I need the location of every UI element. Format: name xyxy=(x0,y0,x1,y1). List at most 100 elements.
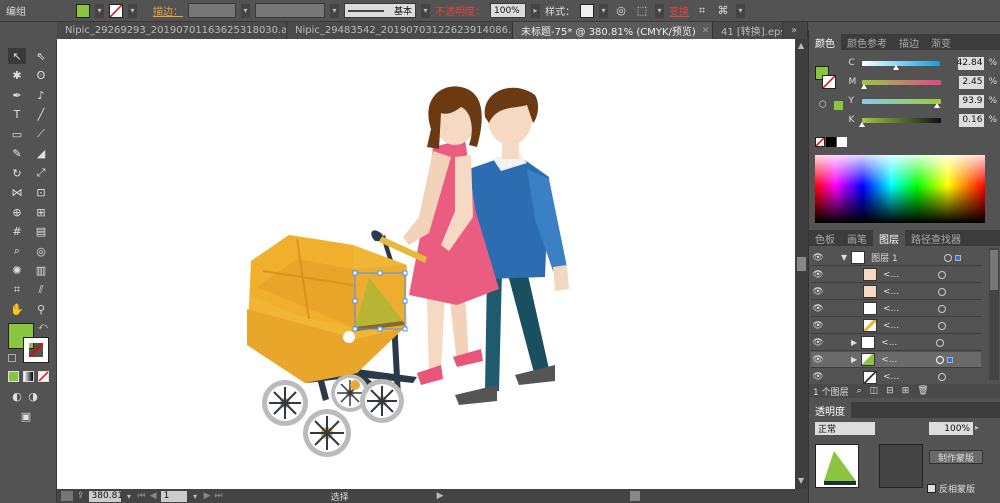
slice-tool-icon[interactable]: ⫽ xyxy=(32,282,50,298)
doc-tab-3[interactable]: 未标题-75* @ 380.81% (CMYK/预览) ✕ xyxy=(513,22,713,39)
prev-artboard-icon[interactable]: ◀ xyxy=(150,491,157,501)
rotate-tool-icon[interactable]: ↻ xyxy=(8,165,26,181)
tab-layers[interactable]: 图层 xyxy=(873,230,905,246)
rectangle-tool-icon[interactable]: ▭ xyxy=(8,126,26,142)
zoom-tool-icon[interactable]: ⚲ xyxy=(32,301,50,317)
black-color-chip[interactable] xyxy=(826,137,836,147)
default-colors-icon[interactable] xyxy=(8,354,16,362)
eraser-tool-icon[interactable]: ◢ xyxy=(32,145,50,161)
tab-brushes[interactable]: 画笔 xyxy=(841,230,873,246)
doc-tab-1[interactable]: Nipic_29269293_20190701163625318030.ai*✕ xyxy=(57,22,287,39)
object-name[interactable]: <... xyxy=(883,287,935,297)
object-name[interactable]: <... xyxy=(881,338,933,348)
pen-tool-icon[interactable]: ✒ xyxy=(8,87,26,103)
magenta-track[interactable] xyxy=(861,79,941,89)
target-icon[interactable] xyxy=(938,373,946,381)
stroke-color-box[interactable] xyxy=(23,337,49,363)
magenta-value-field[interactable]: 2.45 xyxy=(958,75,985,89)
panel-menu-icon[interactable]: ⌘ xyxy=(715,3,731,19)
cyan-knob[interactable] xyxy=(893,64,900,70)
object-name[interactable]: <... xyxy=(881,355,933,365)
artboard-nav-icon[interactable] xyxy=(61,491,73,501)
lasso-tool-icon[interactable]: ʘ xyxy=(32,67,50,83)
stroke-weight-field[interactable] xyxy=(188,3,236,18)
vertical-scroll-thumb[interactable] xyxy=(797,257,806,271)
shape-builder-tool-icon[interactable]: ⊕ xyxy=(8,204,26,220)
cyan-track[interactable] xyxy=(862,60,941,70)
transform-link[interactable]: 变换 xyxy=(669,3,689,18)
artboard-dropdown-icon[interactable]: ▾ xyxy=(190,490,200,502)
black-knob[interactable] xyxy=(859,121,866,127)
fill-dropdown-icon[interactable]: ▾ xyxy=(95,3,104,18)
magic-wand-tool-icon[interactable]: ✱ xyxy=(8,67,26,83)
target-icon[interactable] xyxy=(936,338,945,347)
target-icon[interactable] xyxy=(944,253,953,262)
layer-row-selected[interactable]: 👁 ▶ <... xyxy=(811,352,981,368)
gradient-mode-icon[interactable] xyxy=(23,371,34,382)
layer-row[interactable]: 👁 <... xyxy=(811,267,981,283)
line-tool-icon[interactable]: ╱ xyxy=(32,106,50,122)
graphic-style-swatch[interactable] xyxy=(580,3,594,18)
none-color-chip[interactable] xyxy=(815,137,825,147)
opacity-dropdown-icon[interactable]: ▸ xyxy=(975,423,979,432)
recolor-icon[interactable]: ◎ xyxy=(613,3,629,19)
layer-name[interactable]: 图层 1 xyxy=(871,251,941,264)
first-artboard-icon[interactable]: ⏮ xyxy=(138,491,146,501)
layer-row-main[interactable]: 👁 ▼ 图层 1 xyxy=(811,250,981,266)
target-icon[interactable] xyxy=(936,355,945,364)
tab-pathfinder[interactable]: 路径查找器 xyxy=(905,230,967,246)
object-name[interactable]: <... xyxy=(883,321,935,331)
tab-gradient[interactable]: 渐变 xyxy=(925,34,957,50)
object-name[interactable]: <... xyxy=(883,270,935,280)
stroke-none-swatch[interactable] xyxy=(109,3,123,18)
visibility-eye-icon[interactable]: 👁 xyxy=(811,321,825,331)
status-menu-icon[interactable]: ▶ xyxy=(437,491,444,501)
swap-colors-icon[interactable]: ⤺ xyxy=(38,322,48,332)
isolate-icon[interactable]: ⌗ xyxy=(694,3,710,19)
tab-color[interactable]: 颜色 xyxy=(809,34,841,50)
symbol-sprayer-tool-icon[interactable]: ✺ xyxy=(8,262,26,278)
visibility-eye-icon[interactable]: 👁 xyxy=(811,338,825,348)
stroke-label[interactable]: 描边： xyxy=(153,3,183,18)
draw-behind-icon[interactable]: ◑ xyxy=(24,388,42,404)
yellow-knob[interactable] xyxy=(934,102,941,108)
stroke-weight-dropdown-icon[interactable]: ▾ xyxy=(241,3,250,18)
delete-layer-icon[interactable]: 🗑 xyxy=(917,386,928,396)
paintbrush-tool-icon[interactable]: ⟋ xyxy=(32,126,50,142)
panel-menu-dropdown-icon[interactable]: ▾ xyxy=(736,3,745,18)
tab-swatches[interactable]: 色板 xyxy=(809,230,841,246)
opacity-field[interactable]: 100% xyxy=(490,3,526,18)
invert-mask-checkbox-row[interactable]: 反相蒙版 xyxy=(927,482,975,495)
next-artboard-icon[interactable]: ▶ xyxy=(204,491,211,501)
tabs-overflow-icon[interactable]: » xyxy=(783,22,808,39)
visibility-eye-icon[interactable]: 👁 xyxy=(811,304,825,314)
layer-row[interactable]: 👁 <... xyxy=(811,318,981,334)
layers-scrollbar[interactable] xyxy=(989,248,999,380)
variable-width-field[interactable] xyxy=(255,3,325,18)
black-track[interactable] xyxy=(859,117,941,127)
white-color-chip[interactable] xyxy=(837,137,847,147)
column-graph-tool-icon[interactable]: ▥ xyxy=(32,262,50,278)
mask-thumbnail[interactable] xyxy=(815,444,859,488)
align-icon[interactable]: ⬚ xyxy=(634,3,650,19)
layer-row[interactable]: 👁 <... xyxy=(811,301,981,317)
last-artboard-icon[interactable]: ⏭ xyxy=(215,491,223,501)
blend-tool-icon[interactable]: ◎ xyxy=(32,243,50,259)
layer-row[interactable]: 👁 <... xyxy=(811,284,981,300)
new-sublayer-icon[interactable]: ⊟ xyxy=(886,386,894,396)
brush-style-field[interactable]: 基本 xyxy=(344,3,416,18)
opacity-label[interactable]: 不透明度： xyxy=(435,3,485,18)
artboard-canvas[interactable] xyxy=(57,39,795,489)
hand-tool-icon[interactable]: ✋ xyxy=(8,301,26,317)
doc-tab-2[interactable]: Nipic_29483542_20190703122623914086.ai*✕ xyxy=(287,22,513,39)
direct-selection-tool-icon[interactable]: ⇖ xyxy=(32,48,50,64)
layer-row[interactable]: 👁 ▶ <... xyxy=(811,335,981,351)
layer-row[interactable]: 👁 <... xyxy=(811,369,981,385)
visibility-eye-icon[interactable]: 👁 xyxy=(811,355,825,365)
disclosure-collapsed-icon[interactable]: ▶ xyxy=(851,338,857,347)
visibility-eye-icon[interactable]: 👁 xyxy=(811,372,825,382)
tab-stroke[interactable]: 描边 xyxy=(893,34,925,50)
horizontal-scroll-thumb[interactable] xyxy=(629,491,640,501)
invert-mask-checkbox[interactable] xyxy=(927,484,936,493)
perspective-grid-tool-icon[interactable]: ⊞ xyxy=(32,204,50,220)
